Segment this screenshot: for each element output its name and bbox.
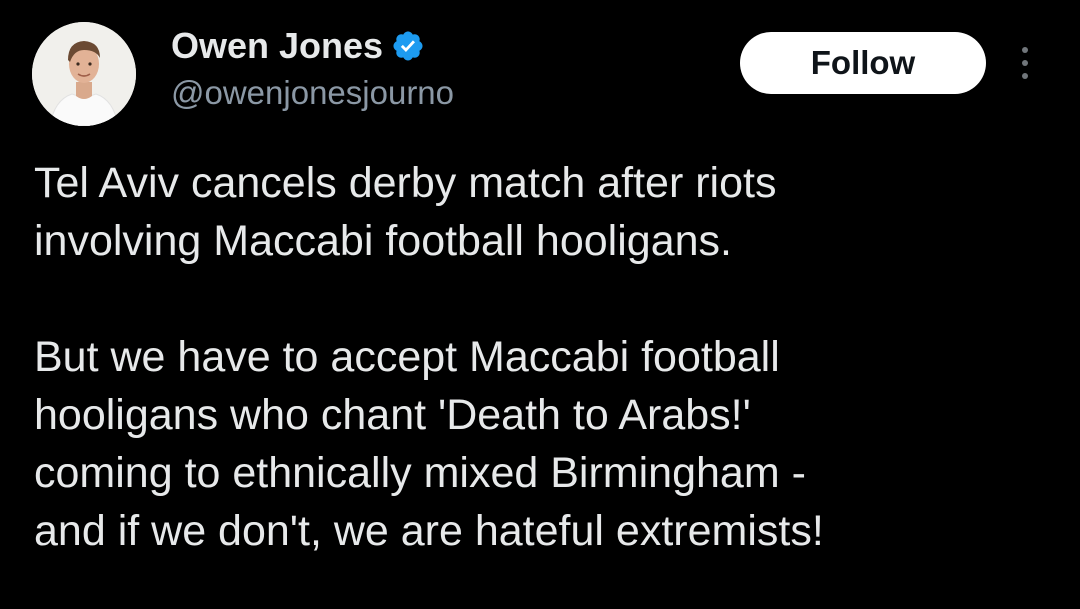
tweet-paragraph: But we have to accept Maccabi football h… bbox=[34, 333, 824, 555]
author-display-name[interactable]: Owen Jones bbox=[171, 25, 383, 67]
author-handle[interactable]: @owenjonesjourno bbox=[171, 74, 454, 112]
avatar-photo-icon bbox=[32, 22, 136, 126]
avatar[interactable] bbox=[32, 22, 136, 126]
tweet-text: Tel Aviv cancels derby match after riots… bbox=[34, 154, 1044, 560]
author-name-row: Owen Jones bbox=[171, 22, 425, 70]
verified-badge-icon[interactable] bbox=[391, 29, 425, 63]
more-options-icon[interactable] bbox=[1010, 40, 1040, 86]
tweet-card: Owen Jones @owenjonesjourno Follow Tel A… bbox=[0, 0, 1080, 609]
tweet-paragraph: Tel Aviv cancels derby match after riots… bbox=[34, 159, 777, 265]
follow-button[interactable]: Follow bbox=[740, 32, 986, 94]
